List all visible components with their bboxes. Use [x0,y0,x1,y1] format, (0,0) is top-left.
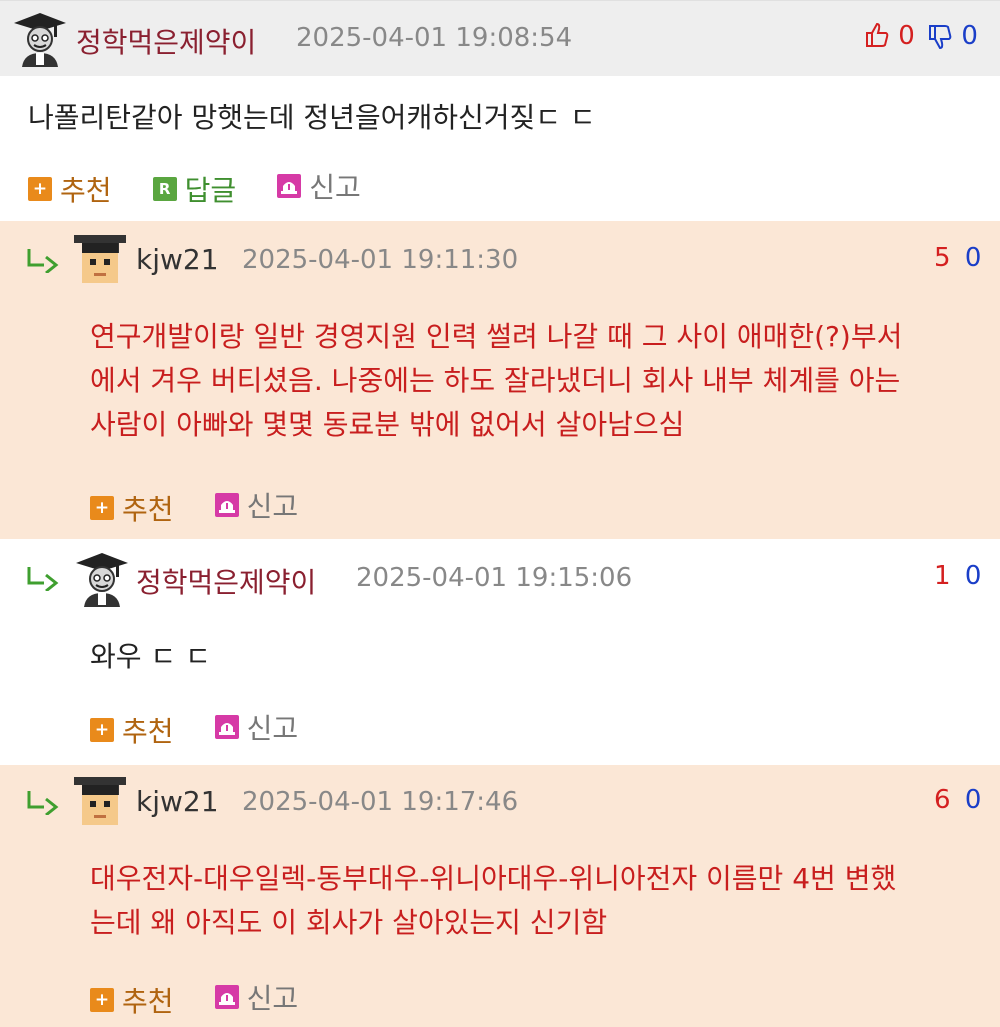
main-comment-body: 나폴리탄같아 망햇는데 정년을어캐하신거짖ㄷ ㄷ + 추천 R 답글 신고 [0,76,1000,221]
reply-down-count[interactable]: 0 [965,785,982,815]
reply-timestamp: 2025-04-01 19:11:30 [242,245,519,275]
report-button[interactable]: 신고 [214,485,299,525]
recommend-button[interactable]: + 추천 [28,169,112,209]
report-label: 신고 [246,982,299,1015]
reply-up-count[interactable]: 5 [934,243,951,273]
report-button[interactable]: 신고 [214,977,299,1017]
reply-text-line: 에서 겨우 버티셨음. 나중에는 하도 잘라냈더니 회사 내부 체계를 아는 [90,364,901,397]
reply-text: 연구개발이랑 일반 경영지원 인력 썰려 나갈 때 그 사이 애매한(?)부서 … [90,315,980,447]
reply-arrow-icon [27,249,59,273]
pixel-student-avatar-icon[interactable] [72,231,128,287]
plus-icon: + [90,496,114,520]
reply-text-line: 연구개발이랑 일반 경영지원 인력 썰려 나갈 때 그 사이 애매한(?)부서 [90,320,903,353]
recommend-label: 추천 [122,715,174,748]
siren-icon [214,493,239,517]
pixel-student-avatar-icon[interactable] [72,773,128,829]
reply-actions: + 추천 신고 [90,485,334,528]
reply-button[interactable]: R 답글 [152,169,237,209]
recommend-label: 추천 [122,493,174,526]
reply-item: kjw21 2025-04-01 19:17:46 6 0 대우전자-대우일렉-… [0,765,1000,1027]
reply-username[interactable]: kjw21 [136,785,219,818]
reply-text-line: 는데 왜 아직도 이 회사가 살아있는지 신기함 [90,906,608,939]
main-username[interactable]: 정학먹은제약이 [76,21,256,61]
reply-item: kjw21 2025-04-01 19:11:30 5 0 연구개발이랑 일반 … [0,221,1000,539]
reply-actions: + 추천 신고 [90,977,334,1020]
recommend-label: 추천 [60,174,112,207]
siren-icon [214,985,239,1009]
report-button[interactable]: 신고 [214,707,299,747]
reply-text-line: 사람이 아빠와 몇몇 동료분 밖에 없어서 살아남으심 [90,408,685,441]
divider [0,757,1000,765]
reply-arrow-icon [27,791,59,815]
reply-up-count[interactable]: 1 [934,561,951,591]
divider [0,539,1000,547]
recommend-button[interactable]: + 추천 [90,710,174,750]
thumbs-up-icon[interactable] [864,22,890,48]
graduate-avatar-icon[interactable] [74,551,130,607]
main-up-count: 0 [898,21,915,51]
reply-text: 대우전자-대우일렉-동부대우-위니아대우-위니아전자 이름만 4번 변했 는데 … [90,857,980,945]
reply-r-icon: R [152,177,177,201]
reply-votes: 5 0 [934,243,981,273]
plus-icon: + [90,988,114,1012]
report-button[interactable]: 신고 [277,166,361,206]
recommend-button[interactable]: + 추천 [90,980,174,1020]
main-comment-text: 나폴리탄같아 망햇는데 정년을어캐하신거짖ㄷ ㄷ [28,101,596,134]
main-comment-header: 정학먹은제약이 2025-04-01 19:08:54 0 0 [0,0,1000,76]
graduate-avatar-icon[interactable] [12,11,68,67]
reply-username[interactable]: kjw21 [136,243,219,276]
siren-icon [214,715,239,739]
reply-down-count[interactable]: 0 [965,561,982,591]
plus-icon: + [90,718,114,742]
reply-votes: 6 0 [934,785,981,815]
reply-text-line: 대우전자-대우일렉-동부대우-위니아대우-위니아전자 이름만 4번 변했 [90,862,897,895]
reply-label: 답글 [184,174,237,207]
report-label: 신고 [246,490,299,523]
main-timestamp: 2025-04-01 19:08:54 [296,23,573,53]
main-comment-actions: + 추천 R 답글 신고 [28,166,397,209]
reply-arrow-icon [27,567,59,591]
reply-text-line: 와우 ㄷ ㄷ [90,640,211,673]
plus-icon: + [28,177,52,201]
reply-actions: + 추천 신고 [90,707,334,750]
reply-votes: 1 0 [934,561,981,591]
siren-icon [277,174,302,198]
report-label: 신고 [309,171,361,204]
main-votes: 0 0 [864,21,978,51]
reply-timestamp: 2025-04-01 19:17:46 [242,787,519,817]
comment-thread: 정학먹은제약이 2025-04-01 19:08:54 0 0 나폴리탄같아 망… [0,0,1000,1027]
main-down-count: 0 [961,21,978,51]
reply-item: 정학먹은제약이 2025-04-01 19:15:06 1 0 와우 ㄷ ㄷ +… [0,547,1000,757]
reply-down-count[interactable]: 0 [965,243,982,273]
recommend-label: 추천 [122,985,174,1018]
reply-text: 와우 ㄷ ㄷ [90,635,980,679]
report-label: 신고 [246,712,299,745]
recommend-button[interactable]: + 추천 [90,488,174,528]
reply-timestamp: 2025-04-01 19:15:06 [356,563,633,593]
thumbs-down-icon[interactable] [927,24,953,50]
reply-up-count[interactable]: 6 [934,785,951,815]
reply-username[interactable]: 정학먹은제약이 [136,561,316,601]
